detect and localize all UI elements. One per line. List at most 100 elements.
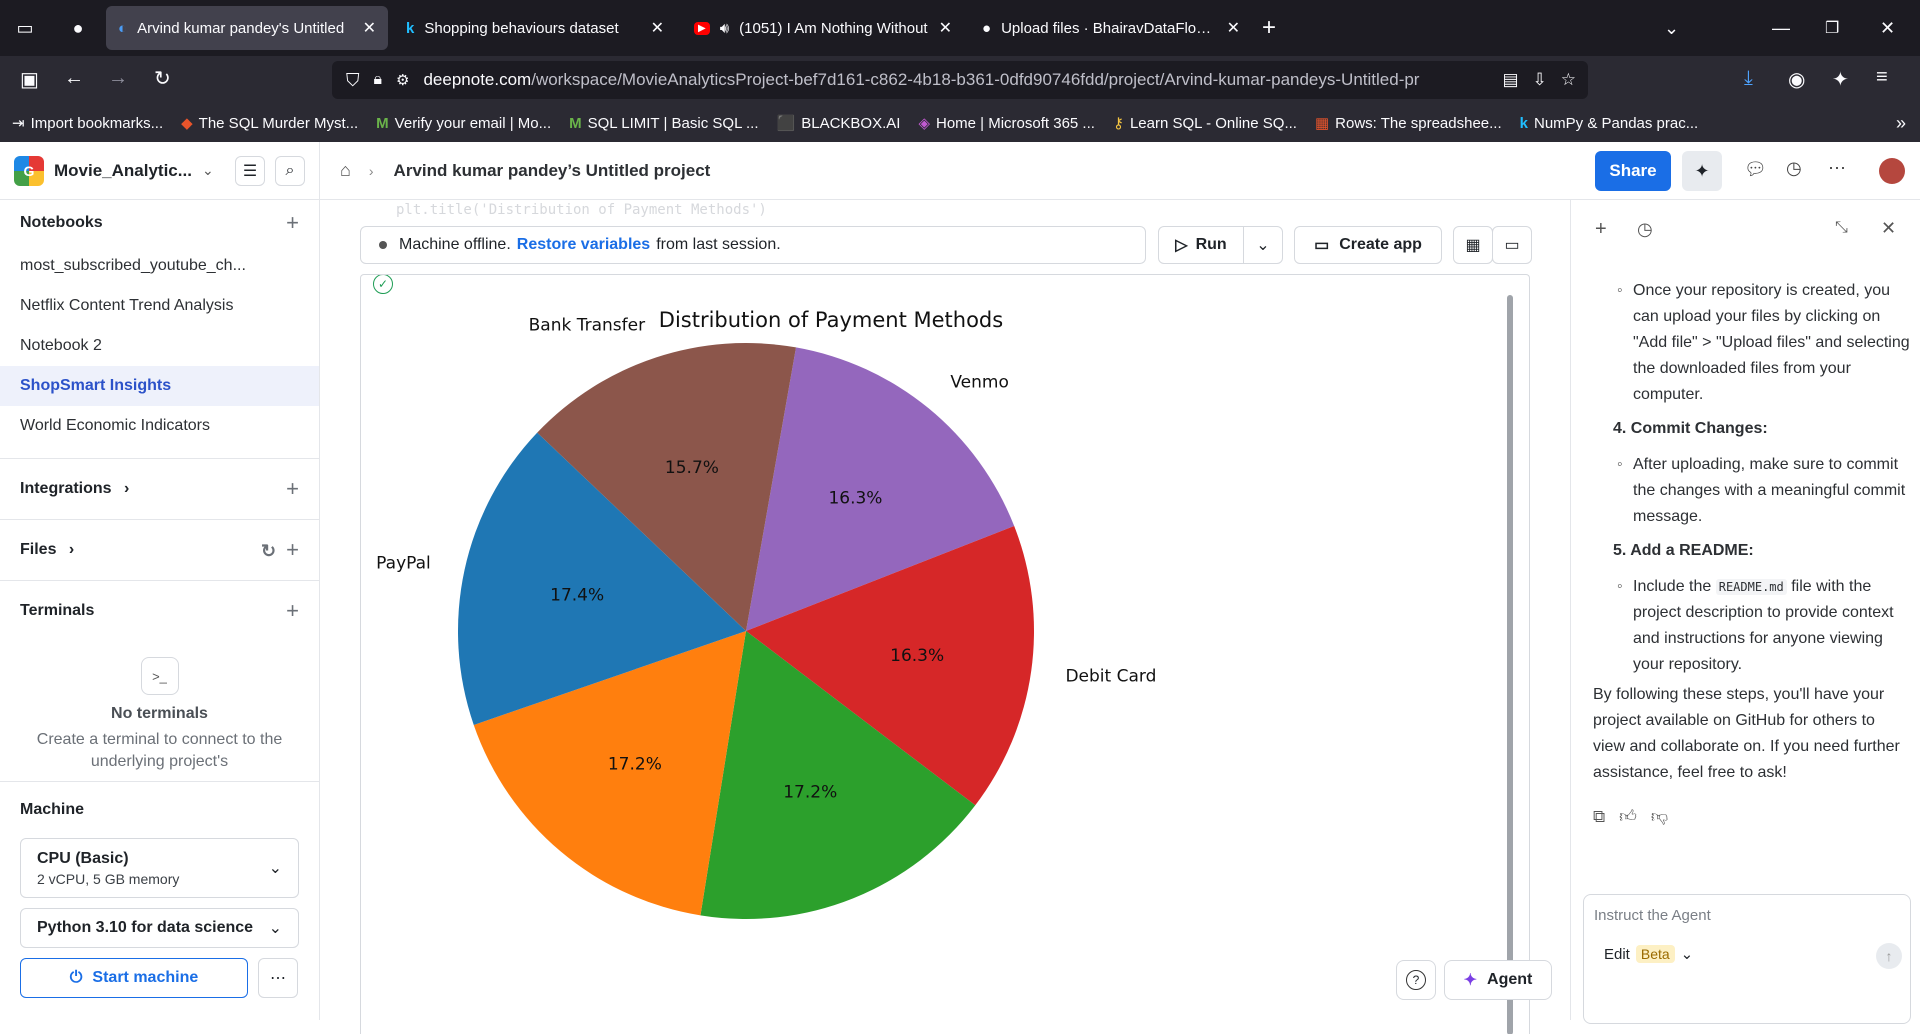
search-button[interactable]: ⌕ bbox=[275, 155, 305, 186]
chevron-down-icon[interactable]: ⌄ bbox=[202, 162, 214, 179]
history-icon[interactable]: ◷ bbox=[1637, 219, 1653, 240]
history-icon[interactable]: ◷ bbox=[1786, 158, 1802, 179]
thumbs-up-icon[interactable]: 👍︎ bbox=[1619, 804, 1637, 830]
pie-percent-label: 15.7% bbox=[665, 458, 719, 478]
extensions-icon[interactable]: ✦ bbox=[1832, 67, 1849, 92]
permissions-icon[interactable]: ⚙ bbox=[396, 71, 409, 89]
scrollbar-track[interactable] bbox=[1507, 295, 1513, 1034]
url-bar[interactable]: ⛉ 🔒︎ ⚙ deepnote.com/workspace/MovieAnaly… bbox=[332, 61, 1588, 99]
avatar[interactable] bbox=[1879, 158, 1905, 184]
add-file-icon[interactable]: + bbox=[286, 537, 299, 562]
more-options-button[interactable]: ⋯ bbox=[258, 958, 298, 998]
close-icon[interactable]: ✕ bbox=[939, 18, 952, 38]
more-icon[interactable]: ⋯ bbox=[1828, 158, 1846, 179]
run-options-button[interactable]: ⌄ bbox=[1243, 226, 1283, 264]
home-icon[interactable]: ⌂ bbox=[340, 160, 351, 181]
close-icon[interactable]: ✕ bbox=[1227, 18, 1240, 38]
bookmark-item[interactable]: ◆ The SQL Murder Myst... bbox=[181, 114, 358, 133]
bookmark-item[interactable]: ▦ Rows: The spreadshee... bbox=[1315, 114, 1502, 133]
add-terminal-icon[interactable]: + bbox=[286, 598, 299, 624]
create-app-button[interactable]: ▭ Create app bbox=[1294, 226, 1442, 264]
agent-button[interactable]: ✦ Agent bbox=[1444, 960, 1552, 1000]
bookmark-label: Import bookmarks... bbox=[30, 114, 164, 132]
chevron-down-icon[interactable]: ⌄ bbox=[1664, 18, 1679, 39]
project-topbar: ⌂ › Arvind kumar pandey’s Untitled proje… bbox=[320, 142, 1920, 200]
import-icon: ⇥ bbox=[12, 115, 25, 132]
sidebar-toggle-icon[interactable]: ▣ bbox=[20, 67, 39, 92]
close-window-icon[interactable]: ✕ bbox=[1880, 18, 1895, 39]
lock-icon[interactable]: 🔒︎ bbox=[374, 71, 383, 89]
bookmark-item[interactable]: M Verify your email | Mo... bbox=[376, 115, 551, 132]
help-button[interactable]: ? bbox=[1396, 960, 1436, 1000]
bookmark-item[interactable]: ⬛ BLACKBOX.AI bbox=[777, 114, 901, 133]
notebook-item-selected[interactable]: ShopSmart Insights bbox=[0, 366, 319, 406]
pie-percent-label: 17.2% bbox=[608, 754, 662, 774]
tab-list-icon[interactable]: ▭ bbox=[0, 18, 50, 39]
account-icon[interactable]: ◉ bbox=[1788, 67, 1805, 92]
pie-category-label: PayPal bbox=[376, 554, 431, 574]
mode-select[interactable]: Edit Beta ⌄ bbox=[1604, 945, 1693, 963]
bookmark-star-icon[interactable]: ☆ bbox=[1561, 70, 1576, 90]
notebook-item[interactable]: most_subscribed_youtube_ch... bbox=[0, 246, 319, 286]
add-notebook-icon[interactable]: + bbox=[286, 210, 299, 236]
run-button[interactable]: ▷ Run bbox=[1158, 226, 1244, 264]
integrations-header[interactable]: Integrations › + bbox=[0, 459, 319, 519]
share-button[interactable]: Share bbox=[1595, 151, 1671, 191]
agent-input-box[interactable]: Instruct the Agent Edit Beta ⌄ ↑ bbox=[1583, 894, 1911, 1024]
menu-icon[interactable]: ≡ bbox=[1876, 66, 1888, 89]
browser-tab-kaggle[interactable]: k Shopping behaviours dataset ✕ bbox=[394, 6, 676, 50]
download-icon[interactable]: ⤓ bbox=[1744, 67, 1753, 90]
presentation-button[interactable]: ▭ bbox=[1492, 226, 1532, 264]
refresh-icon[interactable]: ↻ bbox=[261, 541, 276, 561]
shield-icon[interactable]: ⛉ bbox=[346, 70, 360, 91]
bookmark-item[interactable]: k NumPy & Pandas prac... bbox=[1520, 115, 1699, 132]
python-env-select[interactable]: Python 3.10 for data science ⌄ bbox=[20, 908, 299, 948]
files-header[interactable]: Files › ↻ + bbox=[0, 520, 319, 580]
workspace-name[interactable]: Movie_Analytic... bbox=[54, 161, 192, 181]
back-icon[interactable]: ← bbox=[64, 67, 84, 90]
speaker-icon[interactable]: 🔊︎ bbox=[720, 20, 729, 37]
browser-tab-github[interactable]: ● Upload files · BhairavDataFlow/S ✕ bbox=[970, 6, 1252, 50]
notebook-item[interactable]: Notebook 2 bbox=[0, 326, 319, 366]
add-integration-icon[interactable]: + bbox=[286, 476, 299, 502]
reload-icon[interactable]: ↻ bbox=[154, 66, 171, 91]
thumbs-down-icon[interactable]: 👎︎ bbox=[1651, 804, 1668, 830]
browser-tab-deepnote[interactable]: ◐ Arvind kumar pandey's Untitled ✕ bbox=[106, 6, 388, 50]
bookmark-item[interactable]: ⇥ Import bookmarks... bbox=[12, 114, 164, 133]
calendar-icon: ▦ bbox=[1465, 237, 1481, 254]
minimize-icon[interactable]: — bbox=[1772, 18, 1790, 39]
send-button[interactable]: ↑ bbox=[1876, 943, 1902, 969]
save-to-pocket-icon[interactable]: ⇩ bbox=[1533, 70, 1547, 90]
notebook-item[interactable]: World Economic Indicators bbox=[0, 406, 319, 446]
collapse-icon[interactable]: ⤡ bbox=[1835, 219, 1848, 237]
forward-icon[interactable]: → bbox=[108, 67, 128, 90]
close-icon[interactable]: ✕ bbox=[1881, 218, 1896, 239]
comment-icon[interactable]: 💬︎ bbox=[1744, 159, 1767, 180]
calendar-button[interactable]: ▦ bbox=[1453, 226, 1493, 264]
more-bookmarks-icon[interactable]: » bbox=[1896, 113, 1906, 134]
github-icon[interactable]: ● bbox=[50, 18, 106, 39]
machine-select[interactable]: CPU (Basic) 2 vCPU, 5 GB memory ⌄ bbox=[20, 838, 299, 898]
browser-tab-youtube[interactable]: ▶ 🔊︎ (1051) I Am Nothing Without ✕ bbox=[682, 6, 964, 50]
agent-input[interactable]: Instruct the Agent bbox=[1594, 907, 1900, 924]
project-title[interactable]: Arvind kumar pandey’s Untitled project bbox=[394, 161, 711, 181]
notebook-list: most_subscribed_youtube_ch... Netflix Co… bbox=[0, 246, 319, 446]
bookmark-item[interactable]: ◈ Home | Microsoft 365 ... bbox=[918, 114, 1095, 133]
restore-variables-link[interactable]: Restore variables bbox=[517, 236, 650, 254]
new-tab-icon[interactable]: + bbox=[1262, 14, 1276, 42]
reader-view-icon[interactable]: ▤ bbox=[1502, 70, 1518, 90]
copy-icon[interactable]: ⧉ bbox=[1593, 804, 1605, 830]
toggle-sidebar-button[interactable]: ☰ bbox=[235, 155, 265, 186]
start-machine-button[interactable]: ⏻ Start machine bbox=[20, 958, 248, 998]
close-icon[interactable]: ✕ bbox=[651, 18, 664, 38]
workspace-logo[interactable]: G bbox=[14, 155, 44, 186]
bookmark-item[interactable]: M SQL LIMIT | Basic SQL ... bbox=[569, 115, 758, 132]
ai-sparkle-button[interactable]: ✦ bbox=[1682, 151, 1722, 191]
agent-message: Once your repository is created, you can… bbox=[1593, 278, 1911, 830]
close-icon[interactable]: ✕ bbox=[363, 18, 376, 38]
restore-icon[interactable]: ❐ bbox=[1825, 18, 1839, 38]
bookmark-item[interactable]: ⚷ Learn SQL - Online SQ... bbox=[1113, 114, 1297, 133]
output-cell: ✓ Distribution of Payment Methods 16.3% V… bbox=[360, 274, 1530, 1034]
notebook-item[interactable]: Netflix Content Trend Analysis bbox=[0, 286, 319, 326]
new-chat-icon[interactable]: + bbox=[1595, 218, 1607, 241]
